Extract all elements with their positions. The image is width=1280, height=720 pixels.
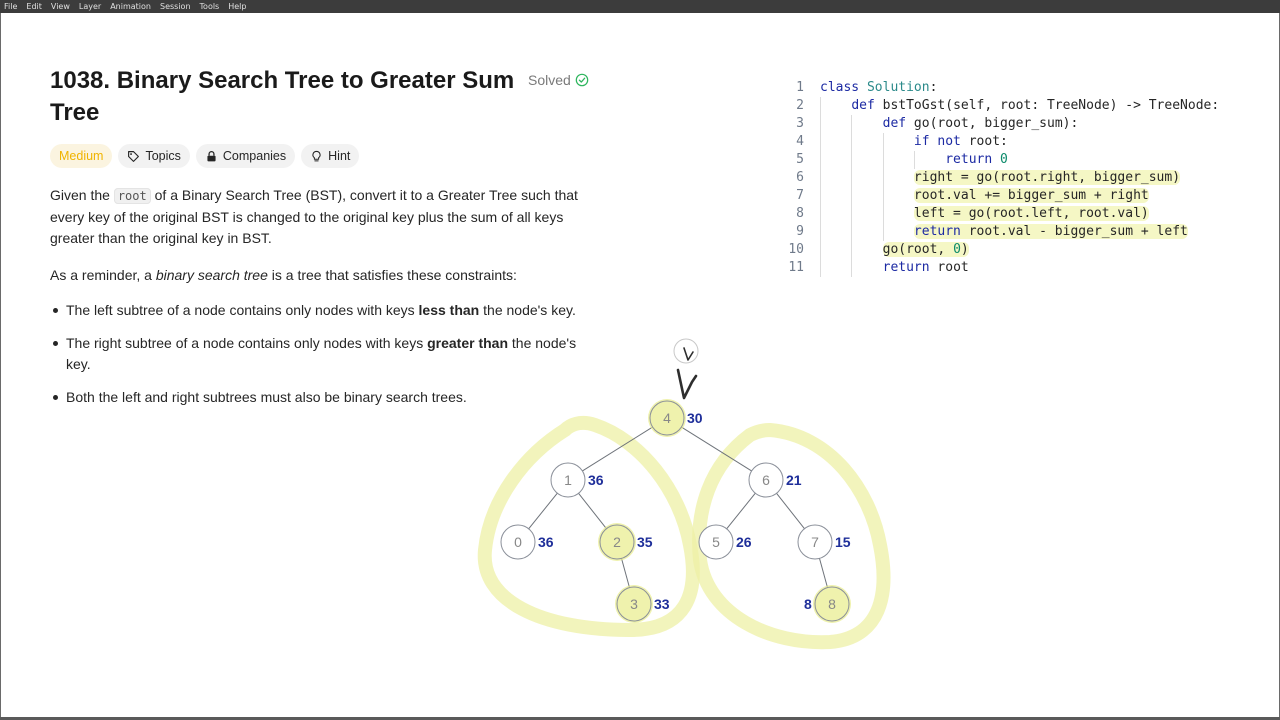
solved-status: Solved <box>528 72 589 88</box>
tag-row: Medium Topics Companies Hint <box>50 144 360 168</box>
code-text: if not root: <box>913 134 1008 149</box>
tree-edge <box>726 492 756 530</box>
menu-view[interactable]: View <box>51 0 70 13</box>
problem-title: 1038. Binary Search Tree to Greater Sum … <box>50 67 515 126</box>
companies-button[interactable]: Companies <box>195 144 296 168</box>
code-text: go(root, 0) <box>882 242 969 257</box>
tree-edge <box>528 492 558 530</box>
line-number: 11 <box>788 260 804 275</box>
hint-label: Hint <box>328 149 351 163</box>
node-key: 7 <box>811 534 819 550</box>
code-text: class Solution: <box>820 80 938 95</box>
line-number: 6 <box>796 170 804 185</box>
tree-diagram: 4 301 36 6 210 36 2 35 5 26 7 153 33 88 <box>477 338 891 650</box>
lightbulb-icon <box>312 150 321 161</box>
tag-icon <box>128 150 140 162</box>
line-number: 8 <box>796 206 804 221</box>
line-number: 1 <box>796 80 804 95</box>
tree-edge <box>819 558 828 588</box>
node-greater-sum: 33 <box>654 596 670 612</box>
line-number: 7 <box>796 188 804 203</box>
description-paragraph-1: Given the root of a Binary Search Tree (… <box>50 187 578 246</box>
tree-node: 88 <box>804 585 851 623</box>
line-number: 9 <box>796 224 804 239</box>
check-circle-icon <box>575 73 589 87</box>
node-key: 3 <box>630 596 638 612</box>
code-text: return root <box>882 260 969 275</box>
tree-edge <box>776 493 805 529</box>
node-key: 5 <box>712 534 720 550</box>
solved-label: Solved <box>528 72 571 88</box>
tree-edge <box>621 558 630 588</box>
node-greater-sum: 35 <box>637 534 653 550</box>
pen-checkmark-small <box>683 347 694 361</box>
tree-node: 1 36 <box>550 462 604 498</box>
node-key: 0 <box>514 534 522 550</box>
menu-file[interactable]: File <box>4 0 17 13</box>
node-greater-sum: 36 <box>538 534 554 550</box>
code-text: root.val += bigger_sum + right <box>913 188 1149 203</box>
description-paragraph-2: As a reminder, a binary search tree is a… <box>50 267 517 283</box>
node-greater-sum: 36 <box>588 472 604 488</box>
code-text: right = go(root.right, bigger_sum) <box>913 170 1181 185</box>
tree-node: 2 35 <box>598 523 653 561</box>
topics-label: Topics <box>145 149 181 163</box>
code-text: def go(root, bigger_sum): <box>882 116 1079 131</box>
code-text: def bstToGst(self, root: TreeNode) -> Tr… <box>851 98 1220 113</box>
line-number: 3 <box>796 116 804 131</box>
line-number: 10 <box>788 242 804 257</box>
node-key: 8 <box>828 596 836 612</box>
node-key: 1 <box>564 472 572 488</box>
emphasis-bst: binary search tree <box>155 267 268 283</box>
node-greater-sum: 8 <box>804 596 812 612</box>
menu-animation[interactable]: Animation <box>110 0 151 13</box>
menu-edit[interactable]: Edit <box>26 0 42 13</box>
node-key: 6 <box>762 472 770 488</box>
inline-code-root: root <box>113 188 151 204</box>
line-number: 5 <box>796 152 804 167</box>
node-greater-sum: 21 <box>786 472 802 488</box>
line-number: 2 <box>796 98 804 113</box>
difficulty-badge[interactable]: Medium <box>50 144 113 168</box>
tree-node: 7 15 <box>797 524 851 560</box>
tree-node: 0 36 <box>500 524 554 560</box>
node-key: 4 <box>663 410 671 426</box>
lock-icon <box>207 150 216 161</box>
menu-session[interactable]: Session <box>160 0 191 13</box>
code-text: left = go(root.left, root.val) <box>913 206 1149 221</box>
menu-help[interactable]: Help <box>228 0 246 13</box>
companies-label: Companies <box>222 149 287 163</box>
tree-edge <box>578 493 607 529</box>
window-frame-left <box>0 13 1 720</box>
node-greater-sum: 15 <box>835 534 851 550</box>
node-key: 2 <box>613 534 621 550</box>
line-number: 4 <box>796 134 804 149</box>
node-greater-sum: 26 <box>736 534 752 550</box>
difficulty-label: Medium <box>59 149 104 163</box>
tree-node: 5 26 <box>698 524 752 560</box>
menu-bar: File Edit View Layer Animation Session T… <box>0 0 1280 13</box>
topics-button[interactable]: Topics <box>118 144 190 168</box>
constraint-item: The left subtree of a node contains only… <box>50 300 580 321</box>
menu-layer[interactable]: Layer <box>79 0 101 13</box>
pen-checkmark <box>676 368 698 400</box>
code-text: return root.val - bigger_sum + left <box>913 224 1188 239</box>
node-greater-sum: 30 <box>687 410 703 426</box>
tree-node: 6 21 <box>748 462 802 498</box>
tree-node: 4 30 <box>648 399 703 437</box>
menu-tools[interactable]: Tools <box>200 0 220 13</box>
code-text: return 0 <box>945 152 1008 167</box>
cursor-ring <box>673 338 699 364</box>
hint-button[interactable]: Hint <box>301 144 360 168</box>
